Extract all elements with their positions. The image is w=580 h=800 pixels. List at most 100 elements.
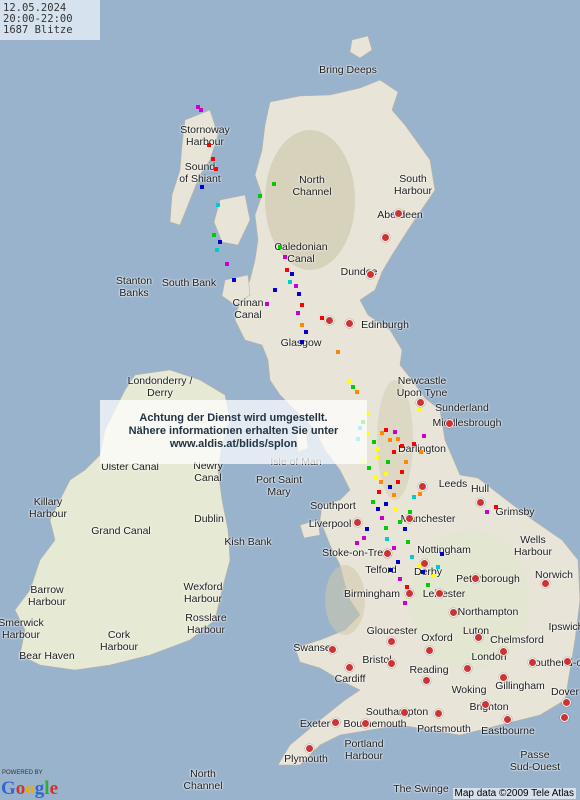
lightning-strike xyxy=(384,502,388,506)
lightning-strike xyxy=(396,480,400,484)
lightning-strike xyxy=(207,143,211,147)
place-label: South Bank xyxy=(161,277,217,289)
lightning-strike xyxy=(283,255,287,259)
place-label: Portsmouth xyxy=(417,723,471,735)
city-marker[interactable] xyxy=(471,574,480,583)
city-marker[interactable] xyxy=(560,713,569,722)
city-marker[interactable] xyxy=(361,719,370,728)
city-marker[interactable] xyxy=(425,646,434,655)
lightning-strike xyxy=(403,527,407,531)
lightning-strike xyxy=(375,455,379,459)
place-label: Smerwick Harbour xyxy=(0,617,44,641)
lightning-strike xyxy=(362,536,366,540)
city-marker[interactable] xyxy=(422,676,431,685)
lightning-strike xyxy=(355,390,359,394)
city-marker[interactable] xyxy=(353,518,362,527)
lightning-strike xyxy=(285,268,289,272)
city-marker[interactable] xyxy=(499,673,508,682)
city-marker[interactable] xyxy=(435,589,444,598)
service-notice: Achtung der Dienst wird umgestellt. Nähe… xyxy=(100,400,367,464)
wales-relief xyxy=(325,565,365,635)
lightning-strike xyxy=(394,508,398,512)
lightning-strike xyxy=(379,480,383,484)
lightning-strike xyxy=(392,450,396,454)
lightning-strike xyxy=(393,430,397,434)
lightning-strike xyxy=(294,284,298,288)
place-label: Sound of Shiant xyxy=(179,161,221,185)
place-label: Crinan Canal xyxy=(232,297,264,321)
orkney-island xyxy=(349,35,373,59)
lightning-strike xyxy=(398,520,402,524)
city-marker[interactable] xyxy=(562,698,571,707)
lightning-strike xyxy=(200,185,204,189)
notice-line-1: Achtung der Dienst wird umgestellt. xyxy=(139,412,328,424)
map-view[interactable]: 12.05.2024 20:00-22:00 1687 Blitze Bring… xyxy=(0,0,580,800)
place-label: Rosslare Harbour xyxy=(185,612,227,636)
lightning-strike xyxy=(232,278,236,282)
stats-overlay: 12.05.2024 20:00-22:00 1687 Blitze xyxy=(0,0,100,40)
city-marker[interactable] xyxy=(445,419,454,428)
lightning-strike xyxy=(386,460,390,464)
city-marker[interactable] xyxy=(394,209,403,218)
city-marker[interactable] xyxy=(499,647,508,656)
lightning-strike xyxy=(273,288,277,292)
city-marker[interactable] xyxy=(416,398,425,407)
lightning-strike xyxy=(304,330,308,334)
city-marker[interactable] xyxy=(366,270,375,279)
city-marker[interactable] xyxy=(400,708,409,717)
lightning-strike xyxy=(199,108,203,112)
city-marker[interactable] xyxy=(463,664,472,673)
place-label: Gloucester xyxy=(366,625,418,637)
city-marker[interactable] xyxy=(325,316,334,325)
lightning-strike xyxy=(258,194,262,198)
place-label: Wells Harbour xyxy=(514,534,552,558)
notice-link[interactable]: www.aldis.at/blids/splon xyxy=(100,438,367,451)
lightning-strike xyxy=(406,540,410,544)
lightning-strike xyxy=(297,292,301,296)
city-marker[interactable] xyxy=(405,514,414,523)
google-logo[interactable]: Google xyxy=(1,778,58,800)
city-marker[interactable] xyxy=(345,663,354,672)
city-marker[interactable] xyxy=(331,718,340,727)
city-marker[interactable] xyxy=(387,659,396,668)
place-label: Dublin xyxy=(194,513,224,525)
city-marker[interactable] xyxy=(476,498,485,507)
place-label: Eastbourne xyxy=(481,725,535,737)
lightning-strike xyxy=(396,437,400,441)
city-marker[interactable] xyxy=(383,549,392,558)
lightning-strike xyxy=(377,490,381,494)
lightning-strike xyxy=(400,444,404,448)
lightning-strike xyxy=(388,438,392,442)
place-label: Southport xyxy=(310,500,356,512)
city-marker[interactable] xyxy=(381,233,390,242)
place-label: Leeds xyxy=(438,478,468,490)
city-marker[interactable] xyxy=(420,559,429,568)
city-marker[interactable] xyxy=(449,608,458,617)
city-marker[interactable] xyxy=(405,589,414,598)
place-label: Edinburgh xyxy=(361,319,409,331)
city-marker[interactable] xyxy=(474,633,483,642)
lightning-strike xyxy=(355,541,359,545)
city-marker[interactable] xyxy=(387,637,396,646)
place-label: Stornoway Harbour xyxy=(180,124,230,148)
place-label: Woking xyxy=(451,684,487,696)
city-marker[interactable] xyxy=(528,658,537,667)
lightning-strike xyxy=(376,447,380,451)
place-label: Leicester xyxy=(422,588,466,600)
city-marker[interactable] xyxy=(563,657,572,666)
city-marker[interactable] xyxy=(481,700,490,709)
city-marker[interactable] xyxy=(434,709,443,718)
city-marker[interactable] xyxy=(503,715,512,724)
lightning-strike xyxy=(336,350,340,354)
lightning-strike xyxy=(412,495,416,499)
place-label: Middlesbrough xyxy=(432,417,502,429)
lightning-strike xyxy=(400,470,404,474)
lightning-strike xyxy=(380,516,384,520)
city-marker[interactable] xyxy=(345,319,354,328)
city-marker[interactable] xyxy=(541,579,550,588)
place-label: Northampton xyxy=(457,606,519,618)
city-marker[interactable] xyxy=(418,482,427,491)
city-marker[interactable] xyxy=(328,645,337,654)
city-marker[interactable] xyxy=(305,744,314,753)
lightning-strike xyxy=(384,526,388,530)
